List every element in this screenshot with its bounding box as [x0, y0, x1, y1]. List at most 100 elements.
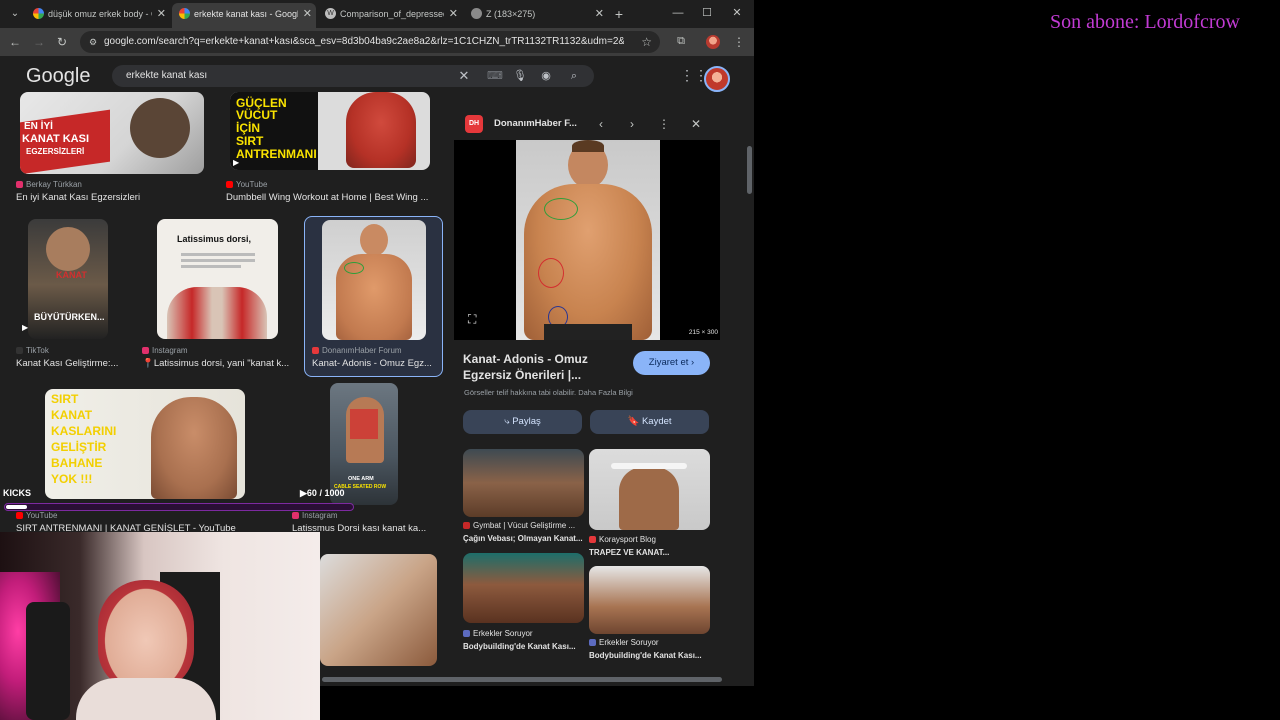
previous-icon[interactable]: ‹: [592, 115, 610, 133]
thumbnail-text-line: [181, 265, 241, 268]
reload-icon[interactable]: ↻: [53, 33, 71, 51]
play-icon: ▶: [233, 158, 240, 167]
scrollbar-thumb[interactable]: [747, 146, 752, 194]
related-title[interactable]: Bodybuilding'de Kanat Kası...: [463, 642, 587, 651]
result-thumbnail[interactable]: GÜÇLEN VÜCUT İÇİN SIRT ANTRENMANI: [230, 92, 430, 170]
copyright-note[interactable]: Görseller telif hakkına tabi olabilir. D…: [464, 388, 633, 397]
extensions-icon[interactable]: ⧉: [673, 33, 689, 49]
browser-toolbar: ← → ↻ ⚙ google.com/search?q=erkekte+kana…: [0, 28, 754, 56]
result-thumbnail[interactable]: Latissimus dorsi,: [157, 219, 278, 339]
result-thumbnail[interactable]: [322, 220, 426, 340]
related-source: Gymbat | Vücut Geliştirme ...: [463, 521, 587, 530]
result-title[interactable]: Kanat- Adonis - Omuz Egz...: [312, 358, 438, 369]
result-source: Berkay Türkkan: [16, 180, 82, 189]
search-box[interactable]: erkekte kanat kası ✕ ⌨ 🎙 ◉ ⌕: [112, 65, 594, 87]
address-bar[interactable]: ⚙ google.com/search?q=erkekte+kanat+kası…: [80, 31, 660, 53]
horizontal-scrollbar[interactable]: [320, 675, 746, 685]
save-button[interactable]: 🔖 Kaydet: [590, 410, 709, 434]
related-image[interactable]: [463, 553, 584, 623]
result-source: TikTok: [16, 346, 49, 355]
related-image[interactable]: [589, 566, 710, 634]
keyboard-icon[interactable]: ⌨: [487, 65, 503, 87]
thumbnail-caption: VÜCUT: [236, 108, 278, 122]
tab-title: erkekte kanat kası - Google: [194, 9, 298, 19]
search-input[interactable]: erkekte kanat kası: [126, 65, 207, 87]
result-title[interactable]: Kanat Kası Geliştirme:...: [16, 358, 130, 369]
related-title[interactable]: TRAPEZ VE KANAT...: [589, 548, 713, 557]
result-title[interactable]: 📍Latissimus dorsi, yani "kanat k...: [142, 358, 292, 369]
close-preview-icon[interactable]: ✕: [687, 115, 705, 133]
related-towel: [611, 463, 687, 469]
koraysport-icon: [589, 536, 596, 543]
lens-search-icon[interactable]: ⛶: [468, 312, 476, 327]
close-tab-icon[interactable]: ✕: [449, 3, 458, 25]
profile-avatar-small[interactable]: [706, 35, 720, 49]
visit-button[interactable]: Ziyaret et ›: [633, 351, 710, 375]
microphone-icon[interactable]: 🎙: [512, 65, 528, 87]
close-tab-icon[interactable]: ✕: [303, 3, 312, 25]
preview-title[interactable]: Kanat- Adonis - Omuz Egzersiz Önerileri …: [463, 351, 623, 383]
tab-search-icon[interactable]: ⌄: [6, 5, 24, 23]
result-source: YouTube: [226, 180, 267, 189]
thumbnail-caption: EN İYİ: [24, 121, 53, 132]
thumbnail-caption: ANTRENMANI: [236, 147, 317, 161]
thumbnail-figure: [167, 287, 267, 339]
red-circle-annotation: [538, 258, 564, 288]
result-thumbnail[interactable]: [320, 554, 437, 666]
minimize-icon[interactable]: —: [669, 4, 687, 22]
result-thumbnail[interactable]: KANAT BÜYÜTÜRKEN...: [28, 219, 108, 339]
forward-icon[interactable]: →: [30, 33, 48, 51]
account-avatar[interactable]: [704, 66, 730, 92]
next-icon[interactable]: ›: [623, 115, 641, 133]
tab-1[interactable]: düşük omuz erkek body - G ✕: [26, 3, 170, 25]
thumbnail-caption: KANAT KASI: [22, 133, 90, 145]
kicks-count: ▶60 / 1000: [300, 488, 345, 498]
result-thumbnail[interactable]: ONE ARM CABLE SEATED ROW: [330, 383, 398, 505]
related-image[interactable]: [463, 449, 584, 517]
share-button[interactable]: ⤷ Paylaş: [463, 410, 582, 434]
thumbnail-caption: BAHANE: [51, 456, 103, 470]
lens-icon[interactable]: ◉: [538, 65, 554, 87]
thumbnail-highlight: [350, 409, 378, 439]
preview-image[interactable]: ⛶ 215 × 300: [454, 140, 720, 340]
related-source: Erkekler Soruyor: [463, 629, 587, 638]
result-thumbnail[interactable]: SIRT KANAT KASLARINI GELİŞTİR BAHANE YOK…: [45, 389, 245, 499]
tab-4[interactable]: Z (183×275) ✕: [464, 3, 608, 25]
scrollbar-thumb[interactable]: [322, 677, 722, 682]
thumbnail-figure: [130, 98, 190, 158]
site-info-icon[interactable]: ⚙: [86, 35, 100, 49]
search-icon[interactable]: ⌕: [566, 65, 582, 87]
browser-menu-icon[interactable]: ⋮: [733, 33, 745, 51]
close-tab-icon[interactable]: ✕: [595, 3, 604, 25]
thumbnail-text-line: [181, 253, 255, 256]
result-title[interactable]: En iyi Kanat Kası Egzersizleri: [16, 192, 206, 203]
tab-3[interactable]: W Comparison_of_depressed ✕: [318, 3, 462, 25]
instagram-icon: [142, 347, 149, 354]
bookmark-star-icon[interactable]: ☆: [641, 31, 652, 53]
related-source: Koraysport Blog: [589, 535, 713, 544]
result-title[interactable]: Dumbbell Wing Workout at Home | Best Win…: [226, 192, 436, 203]
new-tab-button[interactable]: +: [611, 3, 627, 25]
google-logo[interactable]: Google: [26, 65, 91, 88]
related-title[interactable]: Çağın Vebası; Olmayan Kanat...: [463, 534, 587, 543]
maximize-icon[interactable]: ☐: [698, 4, 716, 22]
globe-favicon-icon: [471, 8, 482, 19]
close-window-icon[interactable]: ✕: [728, 4, 746, 22]
tab-2[interactable]: erkekte kanat kası - Google ✕: [172, 3, 316, 28]
related-image[interactable]: [589, 449, 710, 530]
address-url[interactable]: google.com/search?q=erkekte+kanat+kası&s…: [104, 31, 624, 53]
erkeklersoruyor-icon: [589, 639, 596, 646]
google-favicon-icon: [179, 8, 190, 19]
tab-title: düşük omuz erkek body - G: [48, 9, 152, 19]
result-thumbnail[interactable]: EN İYİ KANAT KASI EGZERSİZLERİ: [20, 92, 204, 174]
more-options-icon[interactable]: ⋮: [655, 115, 673, 133]
related-title[interactable]: Bodybuilding'de Kanat Kası...: [589, 651, 713, 660]
vertical-scrollbar[interactable]: [746, 56, 754, 686]
youtube-icon: [16, 512, 23, 519]
preview-source[interactable]: DonanımHaber F...: [494, 115, 577, 133]
result-source: Instagram: [292, 511, 338, 520]
last-subscriber-label: Son abone: Lordofcrow: [1050, 11, 1240, 33]
clear-search-icon[interactable]: ✕: [456, 65, 472, 87]
back-icon[interactable]: ←: [6, 33, 24, 51]
close-tab-icon[interactable]: ✕: [157, 3, 166, 25]
